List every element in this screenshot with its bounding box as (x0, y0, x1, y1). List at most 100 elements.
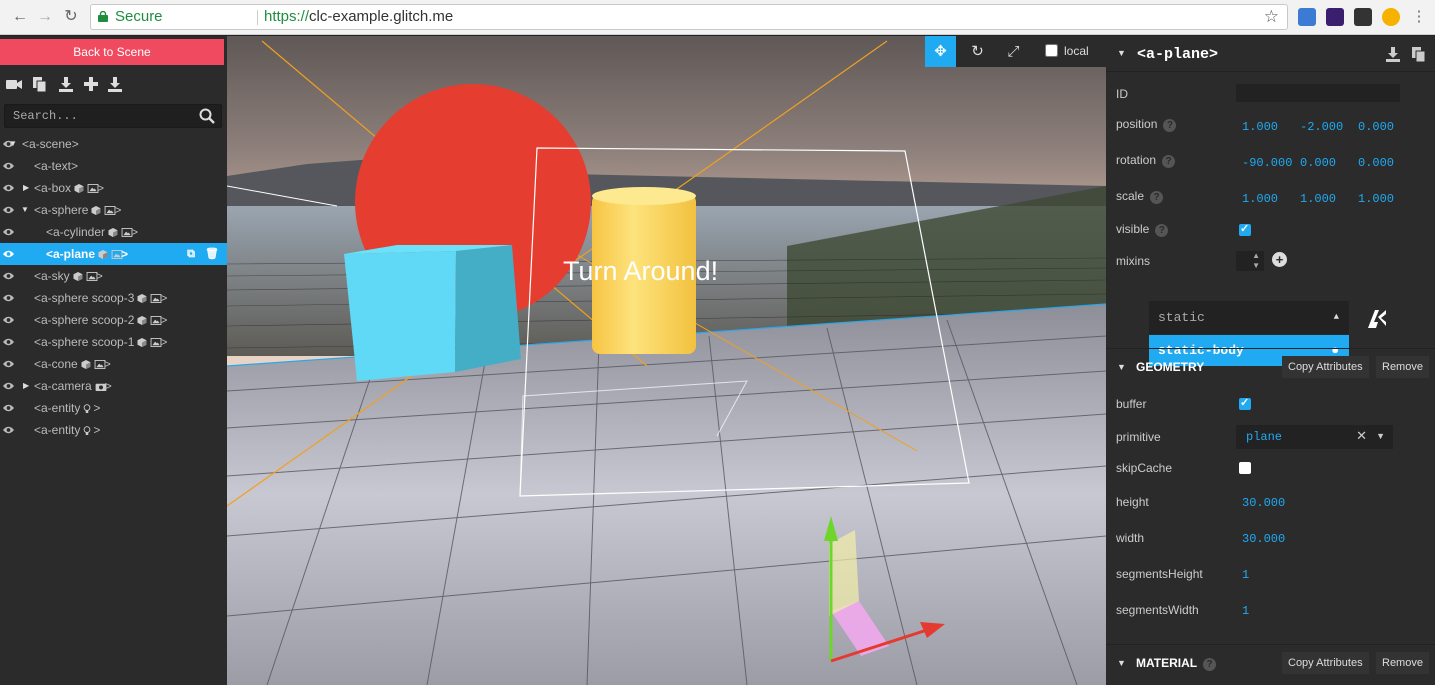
visible-checkbox[interactable] (1239, 222, 1251, 236)
copy-attributes-button[interactable]: Copy Attributes (1282, 356, 1369, 378)
tree-row[interactable]: <a-sphere scoop-1 > (0, 331, 227, 353)
tree-row[interactable]: <a-entity > (0, 397, 227, 419)
mixins-select[interactable]: ▲ ▼ (1236, 251, 1264, 271)
add-icon[interactable] (83, 76, 99, 92)
chevron-down-icon[interactable]: ▼ (1376, 431, 1385, 441)
buffer-checkbox[interactable] (1239, 396, 1251, 410)
address-bar[interactable]: Secure https://clc-example.glitch.me ☆ (90, 4, 1288, 30)
mail-extension-icon[interactable] (1298, 8, 1316, 26)
id-input[interactable] (1236, 84, 1400, 102)
help-icon[interactable]: ? (1155, 224, 1169, 237)
local-checkbox[interactable] (1045, 44, 1058, 57)
eye-icon[interactable] (3, 337, 14, 347)
eye-icon[interactable] (3, 315, 14, 325)
rotation-y[interactable]: 0.000 (1300, 156, 1336, 170)
scale-tool-icon[interactable]: ⤢ (998, 36, 1029, 67)
gizmo-plane-xy[interactable] (829, 530, 859, 616)
tree-row[interactable]: <a-sphere scoop-3 > (0, 287, 227, 309)
material-section-header[interactable]: ▼ MATERIAL? Copy Attributes Remove (1106, 644, 1435, 680)
scale-x[interactable]: 1.000 (1242, 192, 1278, 206)
copy-icon[interactable] (32, 76, 48, 93)
copy-attributes-button[interactable]: Copy Attributes (1282, 652, 1369, 674)
search-icon[interactable] (199, 108, 215, 124)
eye-icon[interactable] (3, 403, 14, 413)
reload-icon[interactable]: ↻ (61, 7, 81, 27)
tree-row[interactable]: <a-sphere scoop-2 > (0, 309, 227, 331)
primitive-select[interactable]: plane ✕ ▼ (1236, 425, 1393, 449)
clone-entity-icon[interactable] (1411, 46, 1427, 63)
eye-icon[interactable] (3, 271, 14, 281)
help-icon[interactable]: ? (1203, 658, 1217, 671)
position-x[interactable]: 1.000 (1242, 120, 1278, 134)
trash-icon[interactable]: 🗑 (205, 248, 219, 260)
tree-row[interactable]: ▼ <a-scene> (0, 133, 227, 155)
position-z[interactable]: 0.000 (1358, 120, 1394, 134)
segments-width-value[interactable]: 1 (1242, 604, 1249, 618)
component-search-input[interactable]: static ▲ (1149, 301, 1349, 334)
tree-row[interactable]: <a-entity > (0, 419, 227, 441)
tree-row[interactable]: <a-cone > (0, 353, 227, 375)
caret-down-icon[interactable]: ▼ (21, 199, 29, 221)
eye-icon[interactable] (3, 359, 14, 369)
eye-icon[interactable] (3, 227, 14, 237)
height-value[interactable]: 30.000 (1242, 496, 1285, 510)
translate-tool-icon[interactable]: ✥ (925, 36, 956, 67)
m-extension-icon[interactable] (1326, 8, 1344, 26)
tree-row[interactable]: ▶ <a-camera > (0, 375, 227, 397)
local-toggle[interactable]: local (1045, 44, 1089, 58)
scale-y[interactable]: 1.000 (1300, 192, 1336, 206)
eye-icon[interactable] (3, 161, 14, 171)
eye-icon[interactable] (3, 381, 14, 391)
download-icon[interactable] (58, 76, 74, 92)
cyan-cube[interactable] (344, 251, 456, 381)
chevron-up-icon[interactable]: ▲ (1334, 301, 1339, 334)
tree-row[interactable]: <a-cylinder > (0, 221, 227, 243)
tree-row[interactable]: <a-sky > (0, 265, 227, 287)
eye-icon[interactable] (3, 293, 14, 303)
bookmark-star-icon[interactable]: ☆ (1264, 5, 1279, 29)
skipcache-checkbox[interactable] (1239, 462, 1251, 474)
rotation-z[interactable]: 0.000 (1358, 156, 1394, 170)
collapse-triangle-icon[interactable]: ▼ (1117, 48, 1126, 58)
tree-row[interactable]: <a-plane > ⧉ 🗑 (0, 243, 227, 265)
rotation-x[interactable]: -90.000 (1242, 156, 1293, 170)
back-to-scene-button[interactable]: Back to Scene (0, 39, 224, 65)
eye-icon[interactable] (3, 205, 14, 215)
eye-icon[interactable] (3, 425, 14, 435)
scene-viewport[interactable]: Turn Around! (227, 36, 1106, 685)
caret-down-icon[interactable]: ▼ (9, 133, 17, 155)
export-icon[interactable] (107, 76, 123, 92)
position-y[interactable]: -2.000 (1300, 120, 1343, 134)
help-icon[interactable]: ? (1150, 191, 1164, 204)
back-arrow-icon[interactable]: ← (10, 7, 30, 27)
caret-right-icon[interactable]: ▶ (23, 177, 29, 199)
remove-component-button[interactable]: Remove (1376, 652, 1429, 674)
width-value[interactable]: 30.000 (1242, 532, 1285, 546)
film-extension-icon[interactable] (1354, 8, 1372, 26)
camera-icon[interactable] (6, 76, 22, 92)
tree-row[interactable]: ▼ <a-sphere > (0, 199, 227, 221)
help-icon[interactable]: ? (1163, 119, 1177, 132)
search-input[interactable] (5, 105, 195, 127)
collapse-triangle-icon[interactable]: ▼ (1117, 658, 1126, 668)
eye-icon[interactable] (3, 183, 14, 193)
segments-height-value[interactable]: 1 (1242, 568, 1249, 582)
cloud-extension-icon[interactable] (1382, 8, 1400, 26)
scale-z[interactable]: 1.000 (1358, 192, 1394, 206)
caret-right-icon[interactable]: ▶ (23, 375, 29, 397)
remove-component-button[interactable]: Remove (1376, 356, 1429, 378)
add-mixin-icon[interactable]: + (1272, 252, 1287, 267)
help-icon[interactable]: ? (1162, 155, 1176, 168)
menu-dots-icon[interactable]: ⋮ (1409, 7, 1429, 27)
clear-icon[interactable]: ✕ (1356, 428, 1367, 444)
forward-arrow-icon[interactable]: → (35, 7, 55, 27)
export-entity-icon[interactable] (1385, 46, 1401, 62)
scene-canvas[interactable]: Turn Around! (227, 36, 1106, 685)
clone-icon[interactable]: ⧉ (187, 248, 195, 260)
tree-row[interactable]: <a-text> (0, 155, 227, 177)
geometry-section-header[interactable]: ▼ GEOMETRY Copy Attributes Remove (1106, 348, 1435, 384)
rotate-tool-icon[interactable]: ↻ (962, 36, 993, 67)
eye-icon[interactable] (3, 249, 14, 259)
collapse-triangle-icon[interactable]: ▼ (1117, 362, 1126, 372)
tree-row[interactable]: ▶ <a-box > (0, 177, 227, 199)
